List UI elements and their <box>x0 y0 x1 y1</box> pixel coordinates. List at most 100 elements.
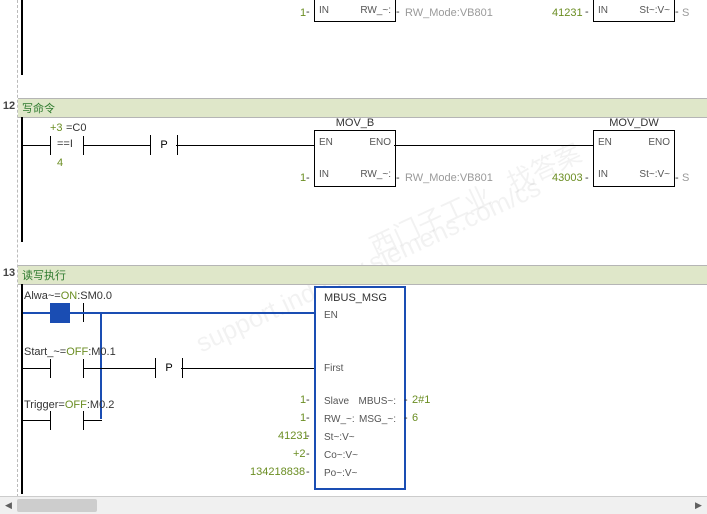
scroll-right-arrow[interactable]: ▶ <box>690 497 707 514</box>
contact-energized[interactable] <box>50 303 70 323</box>
wire <box>23 145 50 146</box>
pin-co: Co~:V~ <box>324 450 358 461</box>
pin-rw: RW_~: <box>360 5 391 16</box>
po-val: 134218838 <box>250 466 305 478</box>
dash: - <box>404 394 408 406</box>
pin-eno: ENO <box>369 137 391 148</box>
pulse-p-12[interactable]: P <box>150 135 178 155</box>
pin-en: EN <box>319 137 333 148</box>
msg-out: 6 <box>412 412 418 424</box>
wire <box>181 368 314 369</box>
compare-eqi[interactable]: ==I <box>57 138 73 150</box>
wire <box>83 368 155 369</box>
network-number-13: 13 <box>0 267 18 279</box>
pin-slave: Slave <box>324 396 349 407</box>
mov-b-box-12[interactable]: MOV_B EN ENO IN RW_~: <box>314 130 396 187</box>
dash: - <box>396 6 400 18</box>
dash: - <box>585 172 589 184</box>
dash: - <box>585 6 589 18</box>
dash: - <box>404 412 408 424</box>
dash: - <box>306 466 310 478</box>
on-value: ON <box>61 290 78 302</box>
network-header-13[interactable]: 读写执行 <box>18 265 707 285</box>
pin-mbus: MBUS~: <box>358 396 396 407</box>
contact-left <box>50 359 51 378</box>
contact-left <box>50 411 51 430</box>
contact-left <box>50 136 51 155</box>
horizontal-scrollbar[interactable]: ◀ ▶ <box>0 496 707 514</box>
blue-wire <box>70 312 314 314</box>
mov-dw-box-fragment[interactable]: IN St~:V~ <box>593 0 675 22</box>
pin-in: IN <box>319 169 329 180</box>
start-label: Start_~= <box>24 346 66 358</box>
wire <box>394 145 593 146</box>
dash: - <box>396 172 400 184</box>
pin-rw: RW_~: <box>324 414 355 425</box>
rw-mode-12: RW_Mode:VB801 <box>405 172 493 184</box>
pin-first: First <box>324 363 343 374</box>
dash: - <box>306 430 310 442</box>
watermark: 西门子工业 找答案 <box>363 133 587 264</box>
m01-addr: :M0.1 <box>88 346 116 358</box>
pin-eno: ENO <box>648 137 670 148</box>
dash: - <box>306 6 310 18</box>
scroll-left-arrow[interactable]: ◀ <box>0 497 17 514</box>
dash: - <box>306 448 310 460</box>
pin-en: EN <box>324 310 338 321</box>
ladder-editor-viewport: support.industry.siemens.com/cs 西门子工业 找答… <box>0 0 707 514</box>
pin-st: St~:V~ <box>324 432 355 443</box>
network-title-12: 写命令 <box>22 100 55 116</box>
mov-dw-box-12[interactable]: MOV_DW EN ENO IN St~:V~ <box>593 130 675 187</box>
off1-value: OFF <box>66 346 88 358</box>
mbus-out: 2#1 <box>412 394 430 406</box>
c0: =C0 <box>66 122 87 134</box>
scroll-track[interactable] <box>17 497 690 514</box>
pulse-p-13[interactable]: P <box>155 358 183 378</box>
scroll-thumb[interactable] <box>17 499 97 512</box>
off2-value: OFF <box>65 399 87 411</box>
p-label: P <box>160 139 167 151</box>
mov-b-box-fragment[interactable]: IN RW_~: <box>314 0 396 22</box>
wire <box>23 368 50 369</box>
dash: - <box>306 394 310 406</box>
wire <box>23 420 50 421</box>
mov-dw-title: MOV_DW <box>594 117 674 129</box>
pin-in: IN <box>598 5 608 16</box>
blue-wire <box>23 312 50 314</box>
power-rail <box>21 0 23 75</box>
dash: - <box>306 172 310 184</box>
pin-st: St~:V~ <box>639 169 670 180</box>
pin-msg: MSG_~: <box>359 414 396 425</box>
wire <box>83 420 102 421</box>
ladder-canvas[interactable]: support.industry.siemens.com/cs 西门子工业 找答… <box>0 0 707 497</box>
pin-rw: RW_~: <box>360 169 391 180</box>
mov-b-title: MOV_B <box>315 117 395 129</box>
trigger-label: Trigger= <box>24 399 65 411</box>
addr-43003: 43003 <box>552 172 583 184</box>
wire <box>83 145 150 146</box>
pin-in: IN <box>598 169 608 180</box>
dash: - <box>675 172 679 184</box>
alwa-label: Alwa~= <box>24 290 61 302</box>
column-divider <box>17 0 18 497</box>
pin-po: Po~:V~ <box>324 468 357 479</box>
mbus-msg-box[interactable]: MBUS_MSG EN First Slave MBUS~: RW_~: MSG… <box>314 286 406 490</box>
power-rail-12 <box>21 117 23 242</box>
p-label: P <box>165 362 172 374</box>
pin-in: IN <box>319 5 329 16</box>
addr-41231: 41231 <box>552 7 583 19</box>
network-number-12: 12 <box>0 100 18 112</box>
network-title-13: 读写执行 <box>22 267 66 283</box>
pin-en: EN <box>598 137 612 148</box>
m02-addr: :M0.2 <box>87 399 115 411</box>
plus3: +3 <box>50 122 63 134</box>
co-val: +2 <box>293 448 306 460</box>
st-val: 41231 <box>278 430 309 442</box>
rw-mode-value: RW_Mode:VB801 <box>405 7 493 19</box>
network-header-12[interactable]: 写命令 <box>18 98 707 118</box>
sm-addr: :SM0.0 <box>77 290 112 302</box>
dash: - <box>306 412 310 424</box>
wire <box>176 145 314 146</box>
s-suffix: S <box>682 7 689 19</box>
four: 4 <box>57 157 63 169</box>
